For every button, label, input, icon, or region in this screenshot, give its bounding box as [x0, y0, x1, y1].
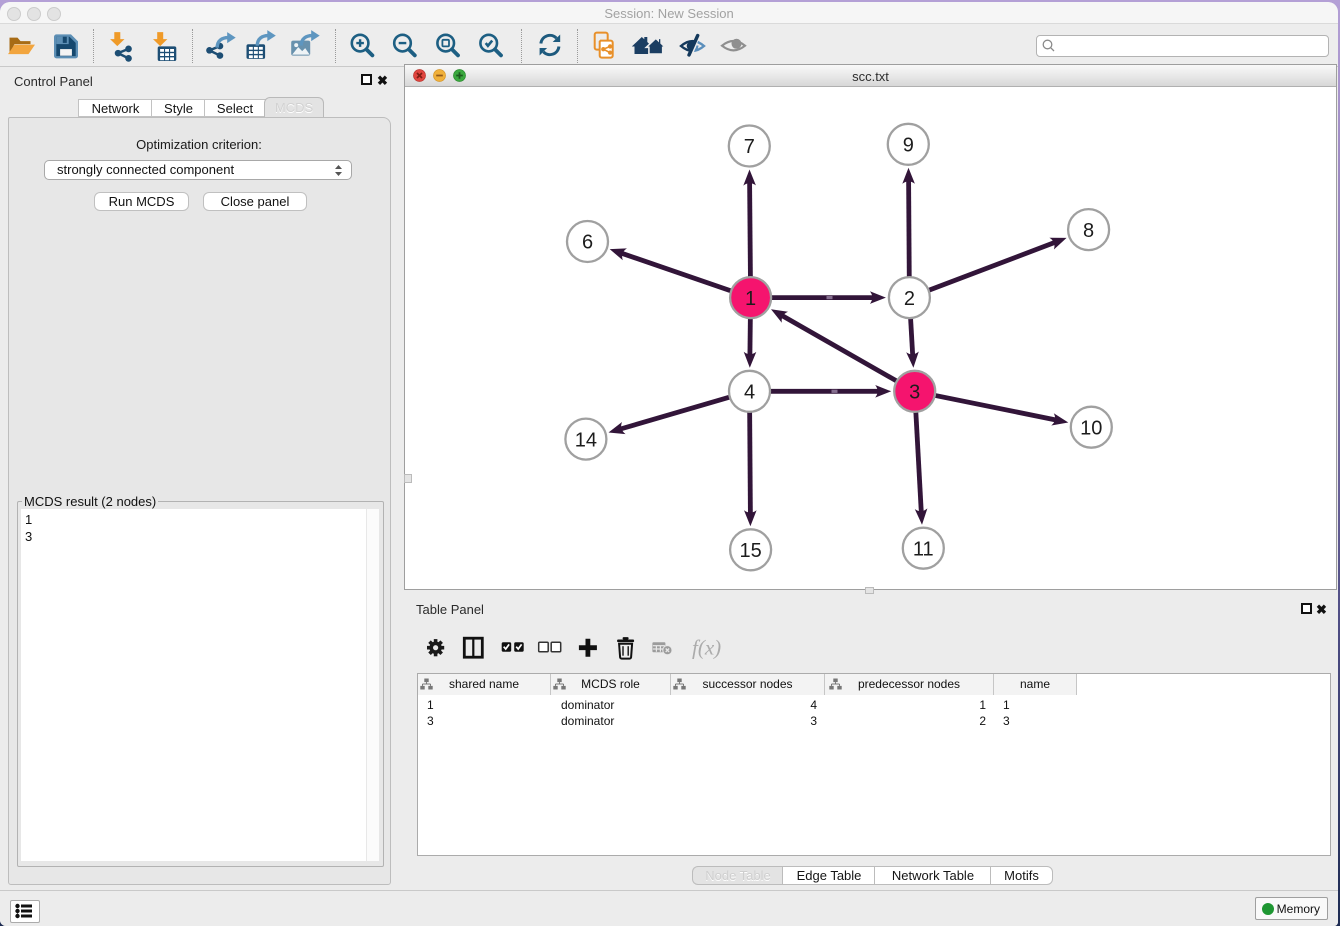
- svg-text:3: 3: [909, 382, 920, 404]
- svg-text:7: 7: [744, 136, 755, 158]
- svg-text:8: 8: [1083, 220, 1094, 242]
- svg-text:15: 15: [739, 540, 761, 562]
- svg-text:10: 10: [1080, 417, 1102, 439]
- svg-text:4: 4: [744, 382, 755, 404]
- svg-text:f(x): f(x): [692, 636, 721, 660]
- svg-text:9: 9: [903, 135, 914, 157]
- svg-text:2: 2: [904, 288, 915, 310]
- svg-text:14: 14: [575, 429, 597, 451]
- svg-text:11: 11: [913, 538, 934, 560]
- svg-text:6: 6: [582, 232, 593, 254]
- svg-text:1: 1: [745, 288, 756, 310]
